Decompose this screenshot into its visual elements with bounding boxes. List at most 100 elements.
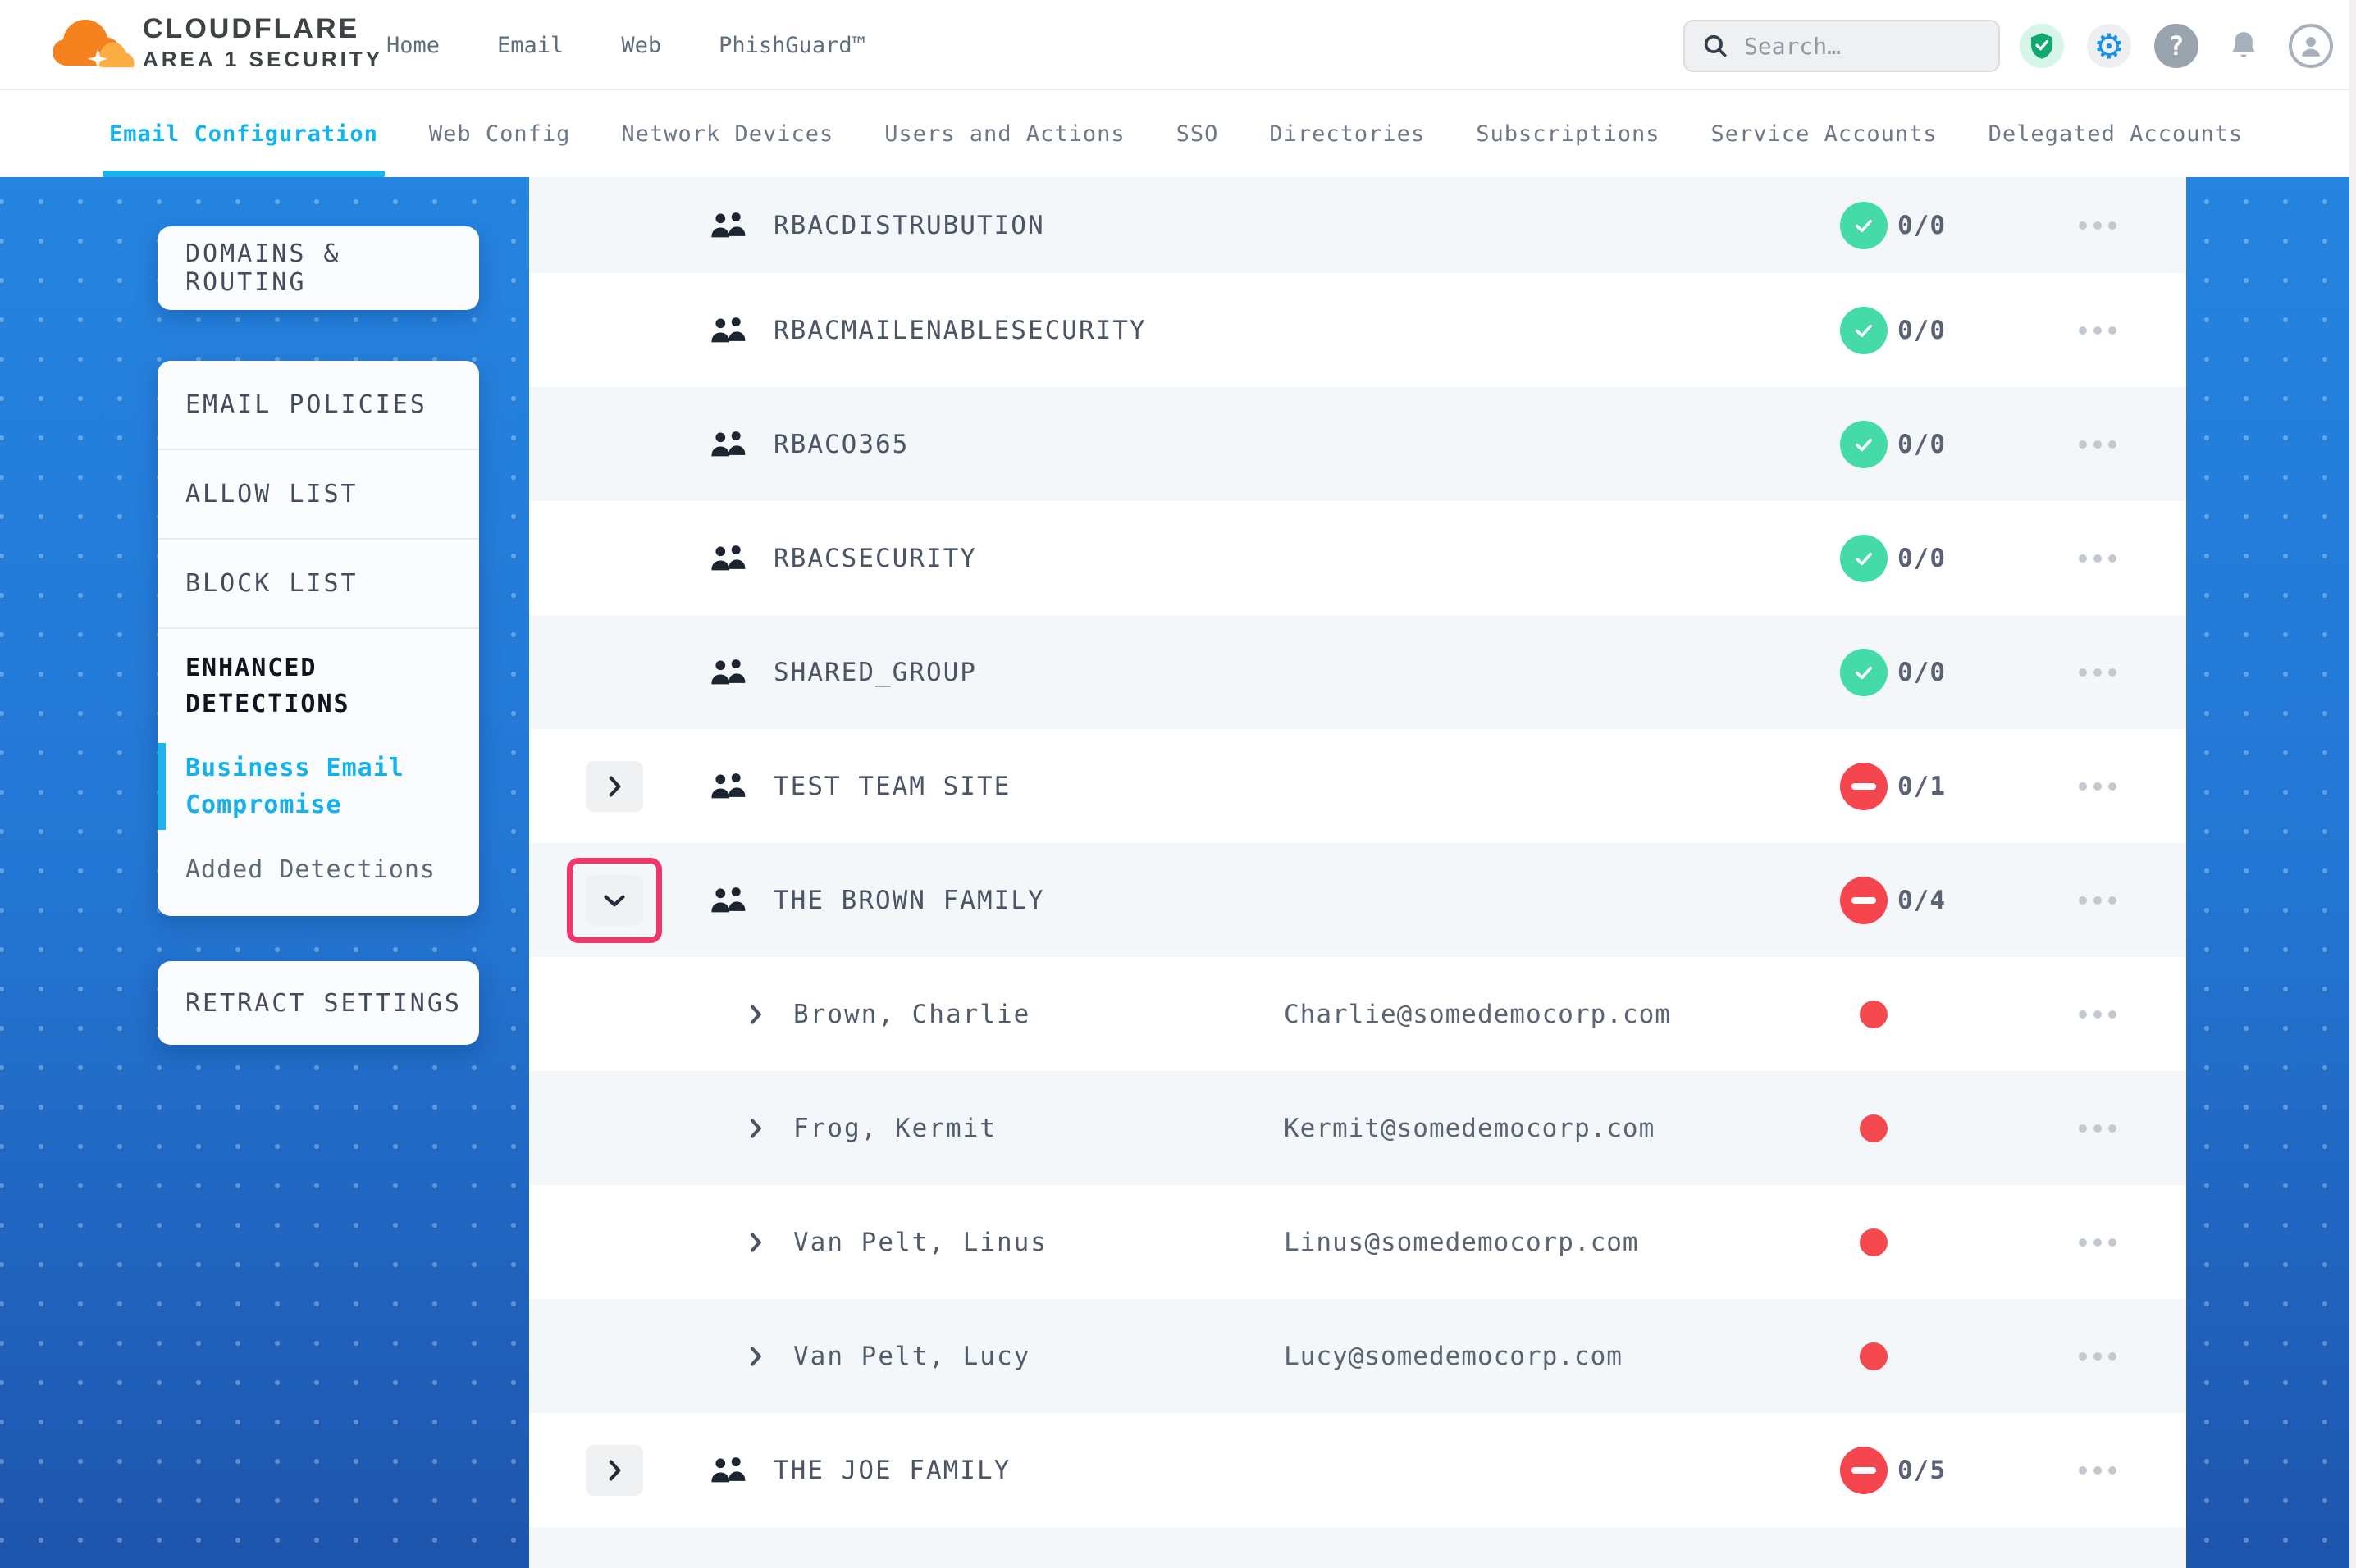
expand-button[interactable] [586,761,643,812]
member-email: Charlie@somedemocorp.com [1284,1000,1671,1029]
sidebar-policies-card: EMAIL POLICIES ALLOW LIST BLOCK LIST ENH… [158,361,479,916]
member-count: 0/0 [1897,211,1946,240]
enhanced-detections-title: ENHANCED DETECTIONS [185,650,454,722]
chevron-right-icon[interactable] [749,1118,762,1139]
chevron-right-icon [607,775,622,798]
tab-subscriptions[interactable]: Subscriptions [1476,90,1660,177]
group-people-icon [710,885,747,916]
status-badge-pass [1840,307,1888,354]
cloudflare-logo[interactable]: CLOUDFLARE AREA 1 SECURITY [49,13,383,72]
chevron-down-icon [603,893,626,908]
search-input[interactable] [1744,33,1957,60]
sidebar-item-block-list[interactable]: BLOCK LIST [158,540,479,629]
top-header: CLOUDFLARE AREA 1 SECURITY Home Email We… [0,0,2356,90]
table-row-group[interactable]: RBACSECURITY 0/0 [529,501,2186,615]
more-actions-button[interactable] [2065,998,2130,1031]
search-icon [1701,32,1729,60]
help-icon[interactable]: ? [2154,24,2198,68]
group-people-icon [710,1455,747,1486]
group-people-icon [710,771,747,802]
table-row-member[interactable]: Van Pelt, Lucy Lucy@somedemocorp.com [529,1299,2186,1413]
group-people-icon [710,315,747,346]
sidebar-item-business-email-compromise[interactable]: Business Email Compromise [185,750,454,823]
group-name: RBACDISTRUBUTION [774,211,1045,240]
table-row-group[interactable]: RBACO365 0/0 [529,387,2186,501]
table-row-group[interactable]: TEST TEAM SITE 0/1 [529,729,2186,843]
status-badge-fail [1840,763,1888,810]
group-name: SHARED_GROUP [774,658,977,687]
more-actions-button[interactable] [2065,542,2130,575]
group-name: THE BROWN FAMILY [774,886,1045,915]
table-row-member[interactable]: Brown, Charlie Charlie@somedemocorp.com [529,957,2186,1071]
more-actions-button[interactable] [2065,884,2130,917]
table-row-member[interactable]: Van Pelt, Linus Linus@somedemocorp.com [529,1185,2186,1299]
member-name: Brown, Charlie [793,1000,1030,1029]
top-nav: Home Email Web PhishGuard™ [386,0,865,90]
brand-subtitle: AREA 1 SECURITY [143,47,383,72]
search-box[interactable] [1683,20,2000,72]
table-row-group[interactable]: RBACDISTRUBUTION 0/0 [529,177,2186,273]
chevron-right-icon[interactable] [749,1346,762,1367]
member-email: Lucy@somedemocorp.com [1284,1342,1623,1371]
account-icon[interactable] [2289,24,2333,68]
group-people-icon [710,543,747,574]
sidebar-item-domains-routing[interactable]: DOMAINS & ROUTING [158,226,479,310]
status-dot-red [1860,1342,1888,1370]
group-people-icon [710,210,747,241]
sidebar-item-retract-settings[interactable]: RETRACT SETTINGS [158,961,479,1045]
nav-item-email[interactable]: Email [497,33,564,58]
sidebar-item-allow-list[interactable]: ALLOW LIST [158,450,479,540]
member-count: 0/0 [1897,430,1946,459]
tab-directories[interactable]: Directories [1269,90,1425,177]
table-row-group[interactable]: RBACMAILENABLESECURITY 0/0 [529,273,2186,387]
status-badge-fail [1840,1447,1888,1494]
member-email: Kermit@somedemocorp.com [1284,1114,1655,1143]
status-dot-red [1860,1114,1888,1142]
table-row-group[interactable]: SHARED_GROUP 0/0 [529,615,2186,729]
chevron-right-icon[interactable] [749,1004,762,1025]
bell-icon[interactable] [2221,24,2266,68]
table-row-group[interactable]: THE JOE FAMILY 0/5 [529,1413,2186,1527]
next-row-partial [529,1527,2186,1568]
app-root: CLOUDFLARE AREA 1 SECURITY Home Email We… [0,0,2356,1568]
more-actions-button[interactable] [2065,209,2130,242]
sidebar-item-added-detections[interactable]: Added Detections [185,851,454,888]
more-actions-button[interactable] [2065,1340,2130,1373]
table-row-member[interactable]: Frog, Kermit Kermit@somedemocorp.com [529,1071,2186,1185]
group-name: RBACO365 [774,430,909,459]
sidebar-item-email-policies[interactable]: EMAIL POLICIES [158,361,479,450]
more-actions-button[interactable] [2065,656,2130,689]
more-actions-button[interactable] [2065,1226,2130,1259]
scrollbar-track[interactable] [2349,0,2356,1568]
expand-button[interactable] [586,1445,643,1496]
collapse-button[interactable] [586,875,643,926]
status-badge-pass [1840,535,1888,582]
tab-network-devices[interactable]: Network Devices [621,90,833,177]
nav-item-web[interactable]: Web [621,33,661,58]
more-actions-button[interactable] [2065,428,2130,461]
gear-icon[interactable]: ⚙ [2087,24,2131,68]
groups-table: RBACDISTRUBUTION 0/0 RBACMAILENABLESECUR… [529,177,2186,1568]
group-name: RBACMAILENABLESECURITY [774,316,1147,345]
member-count: 0/4 [1897,886,1946,915]
chevron-right-icon[interactable] [749,1232,762,1253]
more-actions-button[interactable] [2065,1454,2130,1487]
enhanced-detections-section: ENHANCED DETECTIONS Business Email Compr… [158,629,479,888]
member-count: 0/1 [1897,772,1946,801]
tab-email-configuration[interactable]: Email Configuration [109,90,378,177]
shield-check-icon[interactable] [2020,24,2064,68]
nav-item-phishguard[interactable]: PhishGuard™ [719,33,865,58]
tab-users-and-actions[interactable]: Users and Actions [884,90,1125,177]
table-row-group[interactable]: THE BROWN FAMILY 0/4 [529,843,2186,957]
header-icon-cluster: ⚙ ? [2020,24,2333,68]
tab-sso[interactable]: SSO [1176,90,1219,177]
tab-delegated-accounts[interactable]: Delegated Accounts [1988,90,2244,177]
more-actions-button[interactable] [2065,314,2130,347]
group-name: THE JOE FAMILY [774,1456,1011,1485]
member-count: 0/5 [1897,1456,1946,1485]
more-actions-button[interactable] [2065,1112,2130,1145]
more-actions-button[interactable] [2065,770,2130,803]
tab-web-config[interactable]: Web Config [429,90,571,177]
tab-service-accounts[interactable]: Service Accounts [1711,90,1938,177]
nav-item-home[interactable]: Home [386,33,440,58]
